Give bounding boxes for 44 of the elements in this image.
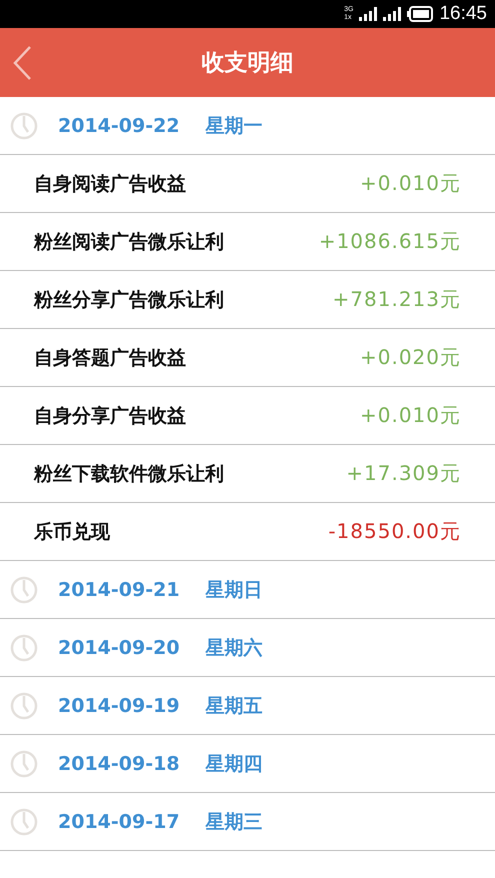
- entry-label: 自身阅读广告收益: [34, 172, 186, 196]
- weekday-text: 星期日: [206, 578, 263, 602]
- date-header[interactable]: 2014-09-17 星期三: [0, 793, 495, 851]
- entry-label: 乐币兑现: [34, 520, 110, 544]
- signal-icon: [383, 7, 402, 21]
- entry-amount: +1086.615元: [318, 228, 461, 255]
- date-header[interactable]: 2014-09-22 星期一: [0, 97, 495, 155]
- weekday-text: 星期三: [206, 810, 263, 834]
- clock-icon: [10, 112, 38, 140]
- weekday-text: 星期五: [206, 694, 263, 718]
- clock-icon: [10, 808, 38, 836]
- entry-label: 粉丝分享广告微乐让利: [34, 288, 224, 312]
- entry-amount: -18550.00元: [328, 518, 461, 545]
- battery-icon: [407, 6, 434, 22]
- date-text: 2014-09-17: [58, 810, 180, 832]
- clock-icon: [10, 634, 38, 662]
- date-header[interactable]: 2014-09-20 星期六: [0, 619, 495, 677]
- signal-icon: [359, 7, 378, 21]
- weekday-text: 星期一: [206, 114, 263, 138]
- date-text: 2014-09-22: [58, 114, 180, 136]
- date-text: 2014-09-18: [58, 752, 180, 774]
- weekday-text: 星期六: [206, 636, 263, 660]
- entry-amount: +0.010元: [360, 402, 461, 429]
- entry-label: 粉丝下载软件微乐让利: [34, 462, 224, 486]
- clock-icon: [10, 750, 38, 778]
- entry-amount: +17.309元: [346, 460, 461, 487]
- entry-label: 自身答题广告收益: [34, 346, 186, 370]
- page-title: 收支明细: [202, 50, 294, 76]
- weekday-text: 星期四: [206, 752, 263, 776]
- back-icon: [12, 44, 32, 80]
- entry-amount: +0.020元: [360, 344, 461, 371]
- entry-amount: +0.010元: [360, 170, 461, 197]
- date-text: 2014-09-20: [58, 636, 180, 658]
- date-header[interactable]: 2014-09-19 星期五: [0, 677, 495, 735]
- entry-label: 粉丝阅读广告微乐让利: [34, 230, 224, 254]
- date-header[interactable]: 2014-09-21 星期日: [0, 561, 495, 619]
- date-header[interactable]: 2014-09-18 星期四: [0, 735, 495, 793]
- entry-label: 自身分享广告收益: [34, 404, 186, 428]
- clock-icon: [10, 692, 38, 720]
- date-text: 2014-09-21: [58, 578, 180, 600]
- clock-time: 16:45: [439, 3, 487, 25]
- entry-amount: +781.213元: [332, 286, 461, 313]
- date-text: 2014-09-19: [58, 694, 180, 716]
- clock-icon: [10, 576, 38, 604]
